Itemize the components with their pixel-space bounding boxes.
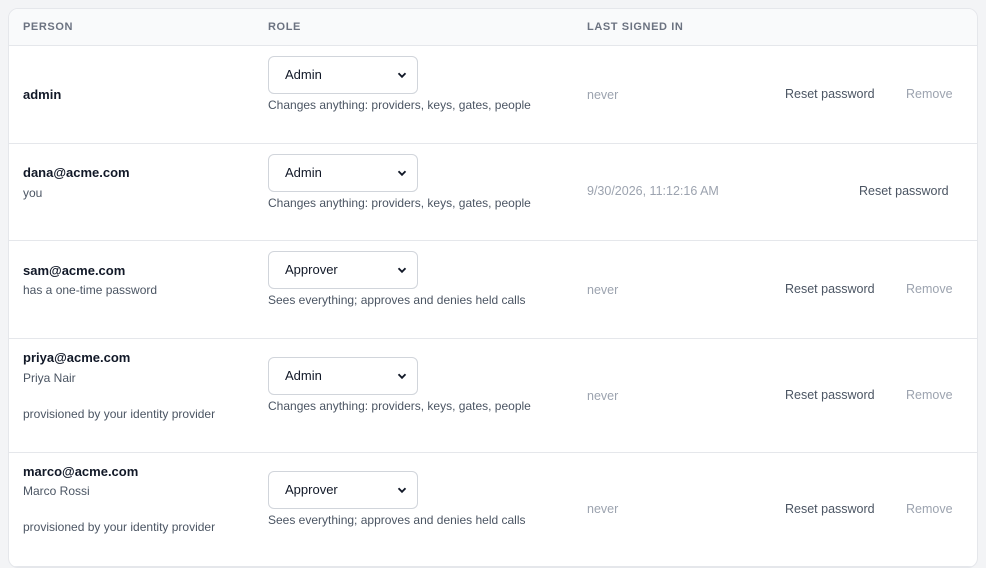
reset-password-button[interactable]: Reset password [859, 184, 949, 198]
table-row: priya@acme.com Priya Nair provisioned by… [9, 339, 977, 453]
role-select[interactable]: Admin [268, 56, 418, 94]
table-row: dana@acme.com you Admin Changes anything… [9, 144, 977, 241]
person-note: has a one-time password [23, 283, 158, 297]
header-person: PERSON [23, 21, 74, 33]
chevron-down-icon [397, 267, 407, 274]
chevron-down-icon [397, 72, 407, 79]
table-row: admin Admin Changes anything: providers,… [9, 46, 977, 144]
role-select-value: Admin [285, 67, 322, 82]
reset-password-button[interactable]: Reset password [785, 502, 875, 516]
role-select[interactable]: Admin [268, 154, 418, 192]
role-select[interactable]: Approver [268, 251, 418, 289]
reset-password-button[interactable]: Reset password [785, 388, 875, 402]
role-select-value: Approver [285, 262, 338, 277]
role-description: Changes anything: providers, keys, gates… [268, 399, 531, 413]
last-signed-in: never [587, 283, 619, 297]
person-name: Priya Nair [23, 371, 76, 385]
role-select[interactable]: Approver [268, 471, 418, 509]
last-signed-in: never [587, 88, 619, 102]
person-email: sam@acme.com [23, 263, 126, 278]
reset-password-button[interactable]: Reset password [785, 282, 875, 296]
remove-button[interactable]: Remove [906, 502, 953, 516]
remove-button[interactable]: Remove [906, 282, 953, 296]
person-email: admin [23, 87, 62, 102]
last-signed-in: 9/30/2026, 11:12:16 AM [587, 184, 719, 198]
role-select[interactable]: Admin [268, 357, 418, 395]
role-select-value: Admin [285, 368, 322, 383]
header-role: ROLE [268, 21, 301, 33]
role-description: Sees everything; approves and denies hel… [268, 293, 526, 307]
table-row: sam@acme.com has a one-time password App… [9, 241, 977, 339]
remove-button[interactable]: Remove [906, 388, 953, 402]
role-description: Changes anything: providers, keys, gates… [268, 98, 531, 112]
chevron-down-icon [397, 487, 407, 494]
last-signed-in: never [587, 389, 619, 403]
reset-password-button[interactable]: Reset password [785, 87, 875, 101]
last-signed-in: never [587, 502, 619, 516]
person-name: Marco Rossi [23, 484, 90, 498]
person-email: dana@acme.com [23, 165, 130, 180]
role-select-value: Admin [285, 165, 322, 180]
people-table: PERSON ROLE LAST SIGNED IN admin Admin C… [8, 8, 978, 568]
remove-button[interactable]: Remove [906, 87, 953, 101]
table-row: marco@acme.com Marco Rossi provisioned b… [9, 453, 977, 567]
person-note: you [23, 186, 43, 200]
role-description: Sees everything; approves and denies hel… [268, 513, 526, 527]
provisioned-note: provisioned by your identity provider [23, 520, 216, 534]
provisioned-note: provisioned by your identity provider [23, 407, 216, 421]
person-email: priya@acme.com [23, 350, 131, 365]
chevron-down-icon [397, 373, 407, 380]
chevron-down-icon [397, 170, 407, 177]
role-select-value: Approver [285, 482, 338, 497]
role-description: Changes anything: providers, keys, gates… [268, 196, 531, 210]
header-last-signed-in: LAST SIGNED IN [587, 21, 684, 33]
person-email: marco@acme.com [23, 464, 139, 479]
table-header: PERSON ROLE LAST SIGNED IN [9, 9, 977, 46]
